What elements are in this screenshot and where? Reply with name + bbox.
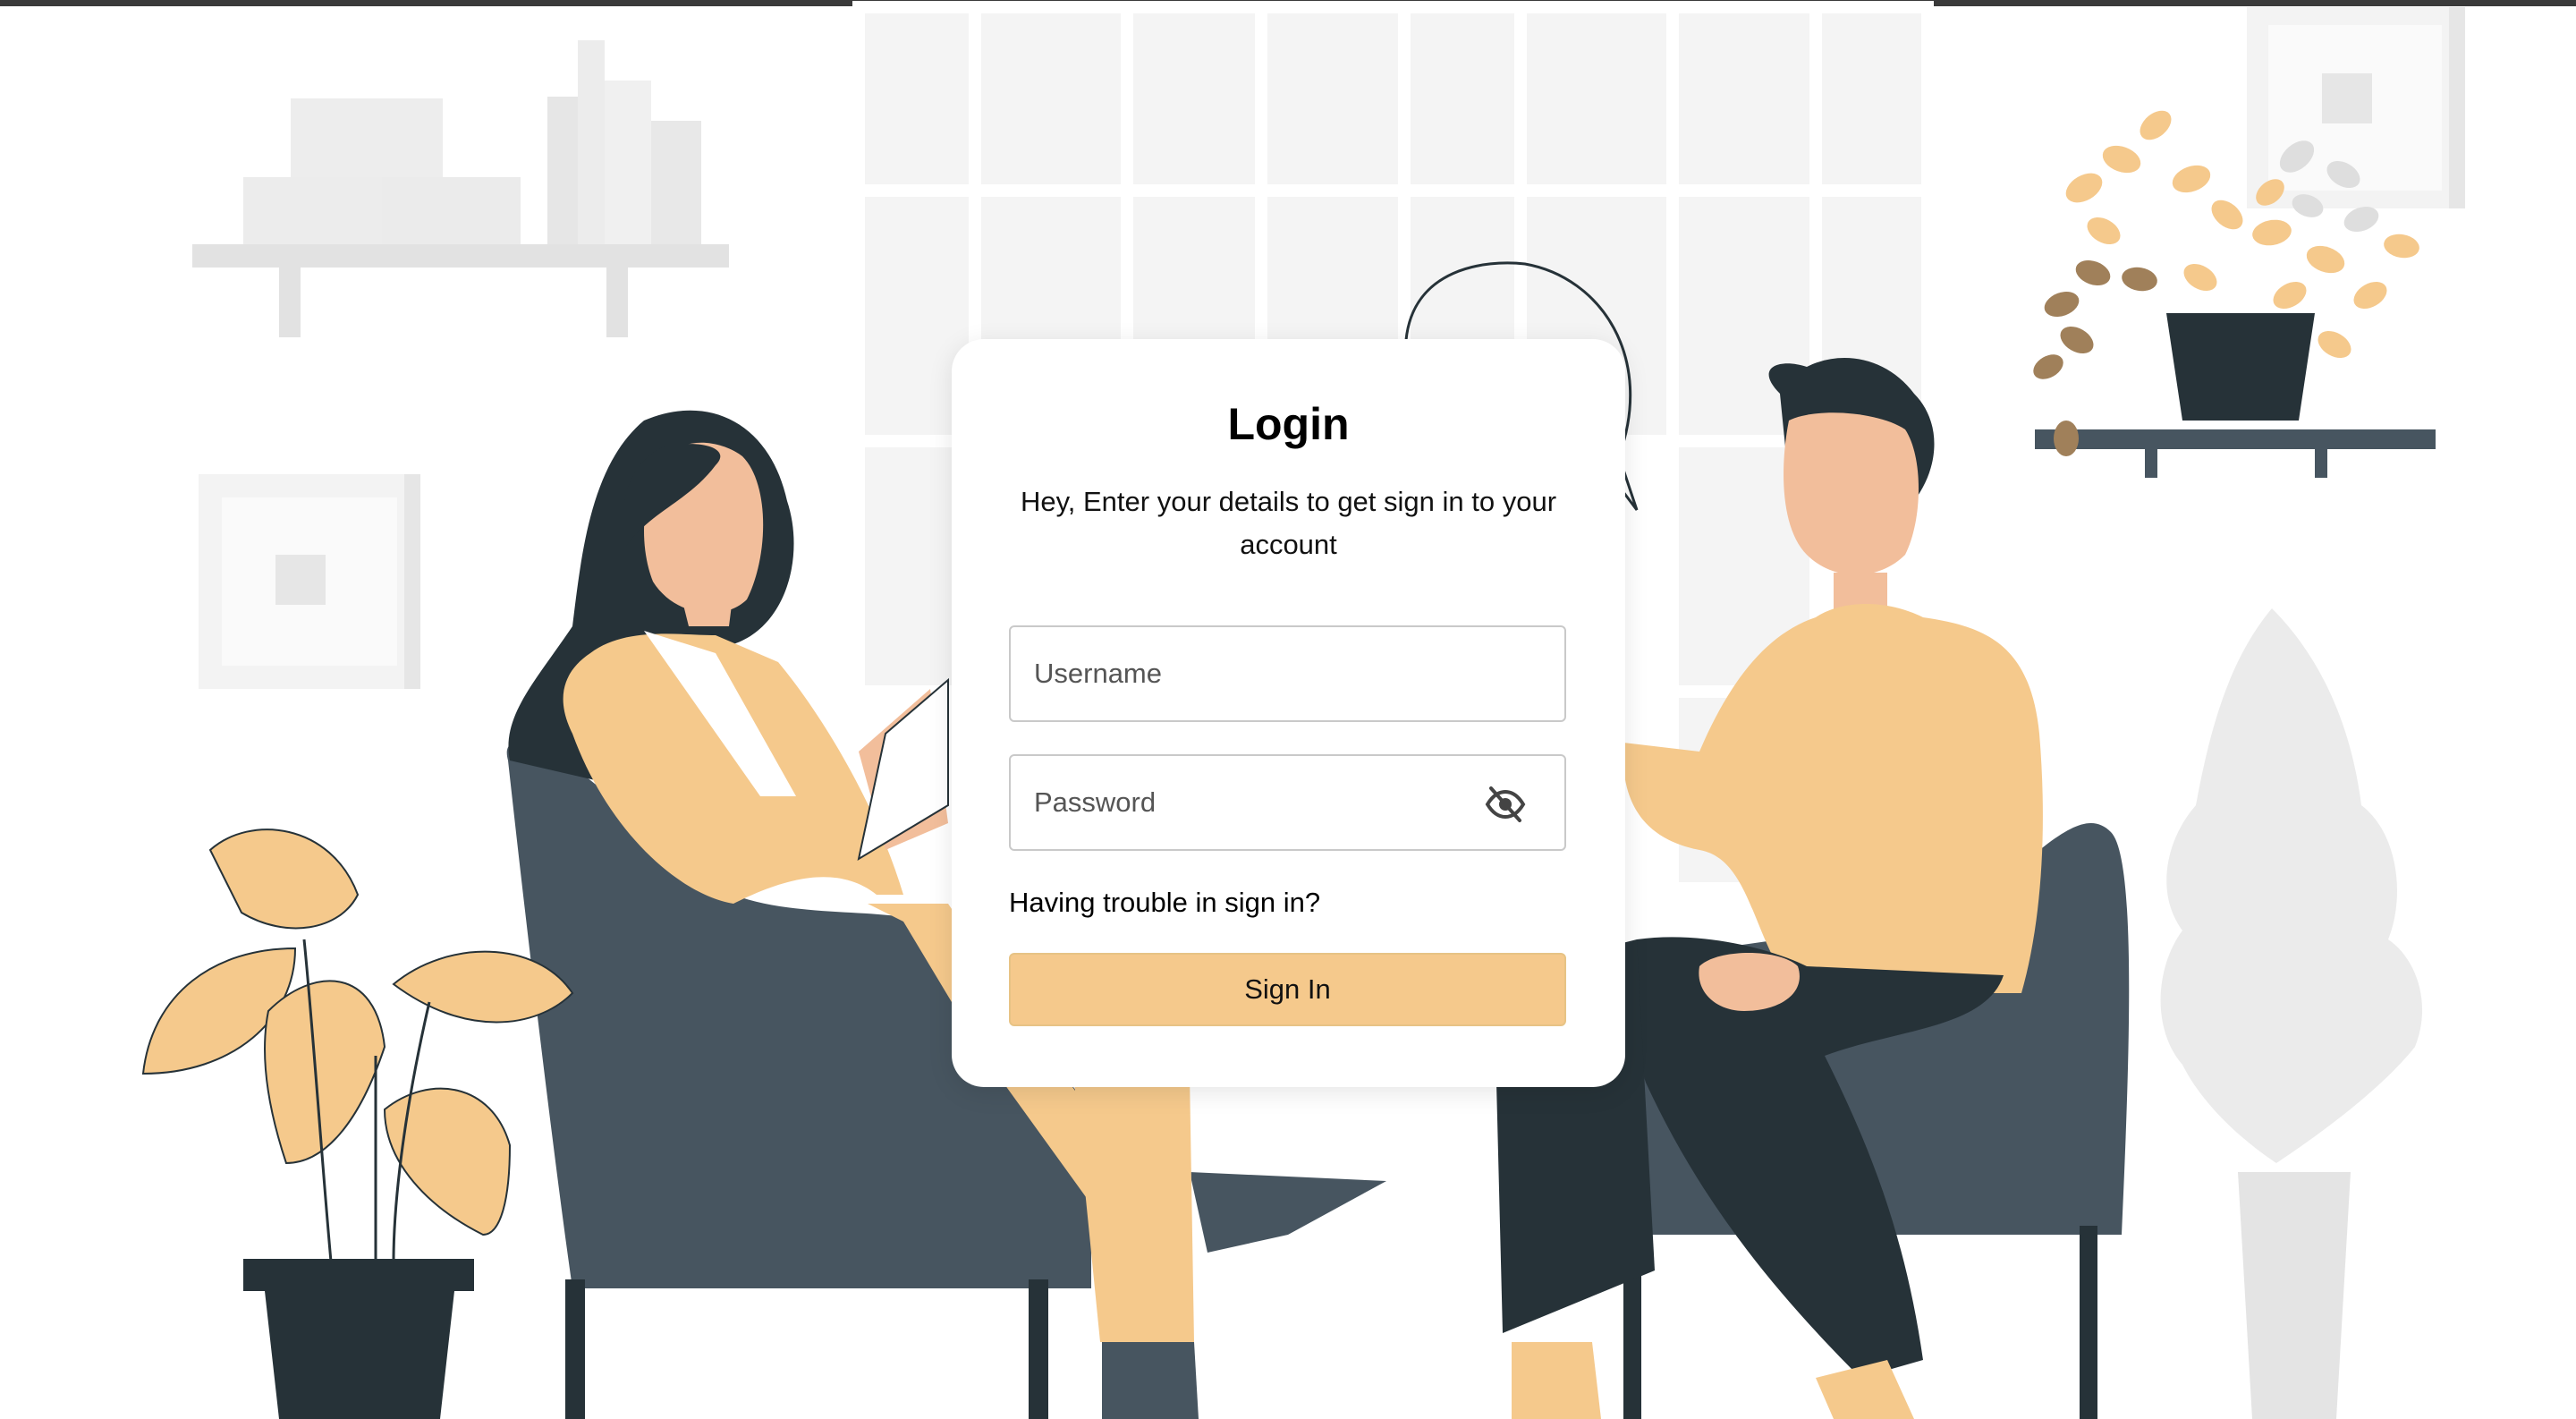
password-field <box>1009 754 1566 851</box>
username-field <box>1009 625 1566 722</box>
picture-frame-illustration <box>199 474 420 689</box>
shelf-illustration <box>192 40 729 337</box>
trouble-signing-in-link[interactable]: Having trouble in sign in? <box>1009 887 1320 919</box>
sign-in-button[interactable]: Sign In <box>1009 953 1566 1026</box>
login-card: Login Hey, Enter your details to get sig… <box>952 339 1625 1087</box>
password-input[interactable] <box>1011 756 1564 849</box>
login-title: Login <box>1227 399 1350 449</box>
tall-plant-illustration <box>2160 608 2423 1419</box>
eye-slash-icon[interactable] <box>1484 783 1527 826</box>
username-input[interactable] <box>1011 627 1564 720</box>
login-subtitle: Hey, Enter your details to get sign in t… <box>1020 486 1557 560</box>
potted-plant-left-illustration <box>141 828 574 1419</box>
